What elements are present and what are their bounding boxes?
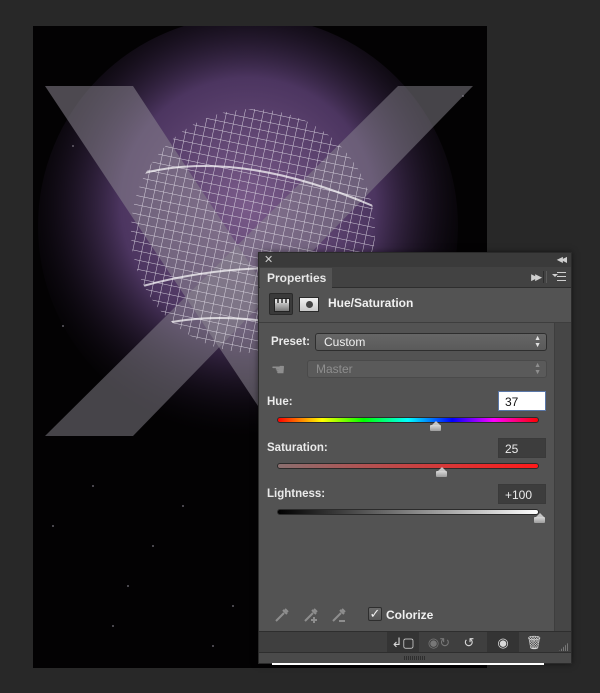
divider xyxy=(543,271,547,283)
saturation-input[interactable]: 25 xyxy=(498,438,546,458)
eyedropper-add-icon[interactable] xyxy=(302,606,320,624)
colorize-checkbox[interactable]: ✓ xyxy=(368,607,382,621)
hue-input[interactable]: 37 xyxy=(498,391,546,411)
hue-slider-thumb[interactable] xyxy=(429,421,441,432)
lightness-label: Lightness: xyxy=(267,488,326,500)
channel-select: Master ▲ ▼ xyxy=(307,360,547,378)
collapse-double-arrow-icon[interactable]: ◀◀ xyxy=(557,253,567,267)
channel-value: Master xyxy=(316,362,353,376)
expand-double-arrow-icon[interactable]: ▶▶ xyxy=(531,267,542,287)
lightness-input[interactable]: +100 xyxy=(498,484,546,504)
panel-scrollbar[interactable] xyxy=(554,323,571,637)
close-icon[interactable]: ✕ xyxy=(264,253,273,267)
clip-to-layer-button[interactable]: ↲▢ xyxy=(387,632,419,653)
lightness-slider-track[interactable] xyxy=(277,509,539,515)
colorize-label: Colorize xyxy=(386,608,434,622)
preset-value: Custom xyxy=(324,335,366,349)
adjustment-header: Hue/Saturation xyxy=(259,288,571,323)
preset-select[interactable]: Custom ▲ ▼ xyxy=(315,333,547,351)
hand-targeted-adjustment-icon[interactable]: ☚ xyxy=(271,360,285,380)
eye-icon: ◉ xyxy=(497,635,509,650)
preset-label: Preset: xyxy=(271,336,310,348)
panel-footer: ↲▢ ◉↻ ↺ ◉ 🗑 xyxy=(259,631,571,653)
view-previous-icon: ◉↻ xyxy=(427,635,451,650)
properties-panel: ✕ ◀◀ Properties ▶▶ Hue/Saturation Preset… xyxy=(258,252,572,665)
clip-to-layer-icon: ↲▢ xyxy=(391,635,415,650)
toggle-visibility-button[interactable]: ◉ xyxy=(487,632,519,653)
delete-button[interactable]: 🗑 xyxy=(518,632,550,653)
panel-content: Preset: Custom ▲ ▼ ☚ Master ▲ ▼ Hue: 37 Sa… xyxy=(259,323,555,665)
select-arrows-icon: ▲ ▼ xyxy=(534,335,541,349)
lightness-slider-thumb[interactable] xyxy=(534,513,545,524)
resize-grip-icon[interactable] xyxy=(559,642,569,651)
saturation-slider-track[interactable] xyxy=(277,463,539,469)
saturation-label: Saturation: xyxy=(267,442,328,454)
hue-slider-track[interactable] xyxy=(277,417,539,423)
hue-saturation-adjustment-icon[interactable] xyxy=(269,293,293,315)
reset-icon: ↺ xyxy=(463,635,475,650)
hue-label: Hue: xyxy=(267,396,293,408)
panel-menu-icon[interactable] xyxy=(552,272,566,282)
trash-icon: 🗑 xyxy=(525,635,543,650)
panel-title-bar[interactable]: ✕ ◀◀ xyxy=(259,253,571,267)
eyedropper-subtract-icon[interactable] xyxy=(330,606,348,624)
panel-tab-bar: Properties ▶▶ xyxy=(259,267,571,288)
saturation-slider-thumb[interactable] xyxy=(435,467,447,478)
eyedropper-icon[interactable] xyxy=(273,606,291,624)
layer-mask-icon[interactable] xyxy=(299,297,319,312)
panel-resize-handle[interactable] xyxy=(259,652,571,663)
select-arrows-icon: ▲ ▼ xyxy=(534,362,541,376)
reset-button[interactable]: ↺ xyxy=(453,632,485,653)
tab-properties[interactable]: Properties xyxy=(260,268,332,288)
adjustment-title: Hue/Saturation xyxy=(328,296,414,310)
